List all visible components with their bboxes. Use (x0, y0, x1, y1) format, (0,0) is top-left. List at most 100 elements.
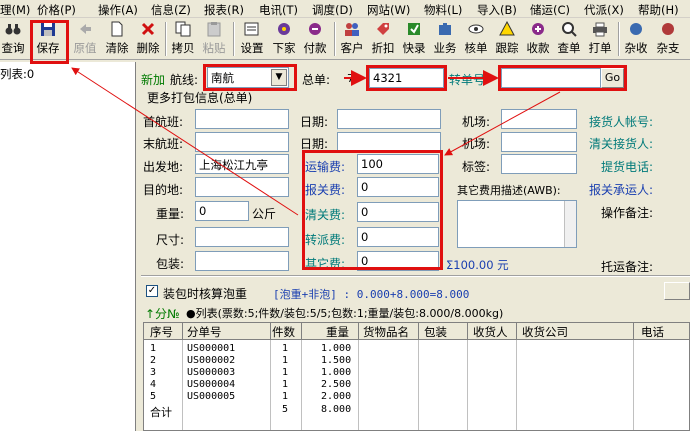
cell-index: 4 (150, 379, 157, 390)
menu-import[interactable]: 导入(B) (477, 2, 517, 18)
discount-icon (375, 21, 391, 37)
size-input[interactable] (195, 227, 289, 247)
col-weight[interactable]: 重量 (326, 324, 349, 340)
discount-button[interactable]: 折扣 (369, 20, 397, 58)
date2-input[interactable] (337, 132, 441, 152)
origin-label: 出发地: (143, 160, 184, 174)
col-sub-number[interactable]: 分单号 (187, 324, 222, 340)
package-input[interactable] (195, 251, 289, 271)
delete-button[interactable]: 删除 (135, 20, 161, 58)
col-index[interactable]: 序号 (150, 324, 173, 340)
table-row[interactable]: 5 US000005 1 2.000 (144, 391, 689, 404)
query-button[interactable]: 查询 (0, 20, 26, 58)
weight-unit: 公斤 (252, 207, 277, 221)
scrollbar[interactable] (564, 201, 576, 247)
print-button[interactable]: 打单 (586, 20, 614, 58)
total-pieces: 5 (282, 404, 289, 415)
total-fee: Σ100.00 元 (446, 258, 509, 272)
dispatch-button[interactable]: 下家 (270, 20, 298, 58)
column-divider[interactable] (633, 323, 634, 340)
column-divider[interactable] (516, 323, 517, 340)
collect-button[interactable]: 收款 (524, 20, 552, 58)
cell-index: 3 (150, 367, 157, 378)
col-pieces[interactable]: 件数 (272, 324, 295, 340)
extra-button[interactable] (664, 282, 690, 300)
misc-expense-label: 杂支 (656, 41, 680, 55)
track-button[interactable]: 跟踪 (493, 20, 521, 58)
tag-input[interactable] (501, 154, 577, 174)
verify-label: 核单 (464, 41, 488, 55)
misc-income-button[interactable]: 杂收 (622, 20, 650, 58)
volume-formula: [泡重+非泡] : 0.000+8.000=8.000 (273, 288, 470, 301)
route-label: 航线: (170, 73, 199, 87)
original-label: 原值 (73, 41, 97, 55)
business-button[interactable]: 业务 (431, 20, 459, 58)
menu-website[interactable]: 网站(W) (367, 2, 410, 18)
column-divider[interactable] (467, 323, 468, 340)
column-divider[interactable] (358, 323, 359, 340)
collect-icon (530, 21, 546, 37)
toolbar: 查询 保存 原值 清除 删除 拷贝 粘贴 设置 下家 付款 客户 折扣 快录 业… (0, 18, 690, 60)
origin-input[interactable]: 上海松江九亭 (195, 154, 289, 174)
clear-button[interactable]: 清除 (104, 20, 130, 58)
col-package[interactable]: 包装 (424, 324, 447, 340)
verify-button[interactable]: 核单 (462, 20, 490, 58)
menu-reports[interactable]: 报表(R) (204, 2, 244, 18)
check-button[interactable]: 查单 (555, 20, 583, 58)
menu-storage[interactable]: 储运(C) (530, 2, 570, 18)
master-label: 总单: (302, 73, 331, 87)
clipboard-icon (206, 21, 222, 37)
paste-label: 粘贴 (202, 41, 226, 55)
menu-info[interactable]: 信息(Z) (151, 2, 191, 18)
weight-input[interactable]: 0 (195, 201, 249, 221)
col-receiver-company[interactable]: 收货公司 (522, 324, 568, 340)
other-fee-desc-textarea[interactable] (457, 200, 577, 248)
copy-button[interactable]: 拷贝 (170, 20, 196, 58)
dispatch-label: 下家 (272, 41, 296, 55)
menu-dispatch[interactable]: 调度(D) (312, 2, 353, 18)
first-flight-input[interactable] (195, 109, 289, 129)
date1-input[interactable] (337, 109, 441, 129)
menu-telecom[interactable]: 电讯(T) (259, 2, 298, 18)
group-title: 更多打包信息(总单) (147, 91, 253, 105)
toolbar-separator (233, 22, 235, 56)
menu-manage[interactable]: 理(M) (0, 2, 30, 18)
destination-label: 目的地: (143, 183, 184, 197)
cell-weight: 1.500 (321, 355, 352, 366)
airport2-input[interactable] (501, 132, 577, 152)
misc-income-label: 杂收 (624, 41, 648, 55)
column-divider[interactable] (270, 323, 271, 340)
annotation-box-master (366, 65, 447, 91)
customer-button[interactable]: 客户 (338, 20, 366, 58)
menu-operation[interactable]: 操作(A) (98, 2, 138, 18)
menu-help[interactable]: 帮助(H) (638, 2, 679, 18)
destination-input[interactable] (195, 177, 289, 197)
paste-button[interactable]: 粘贴 (201, 20, 227, 58)
col-receiver[interactable]: 收货人 (473, 324, 508, 340)
original-button[interactable]: 原值 (72, 20, 98, 58)
cell-pieces: 1 (282, 379, 289, 390)
pack-checkbox[interactable]: ✓ (146, 285, 158, 297)
airport1-label: 机场: (462, 115, 491, 129)
list-count: 列表:0 (0, 67, 35, 81)
settings-button[interactable]: 设置 (238, 20, 266, 58)
last-flight-input[interactable] (195, 132, 289, 152)
size-label: 尺寸: (156, 233, 185, 247)
col-goods-name[interactable]: 货物品名 (363, 324, 409, 340)
column-divider[interactable] (301, 323, 302, 340)
menu-materials[interactable]: 物料(L) (424, 2, 462, 18)
column-divider[interactable] (182, 323, 183, 340)
column-divider[interactable] (418, 323, 419, 340)
master-prefix: 78 (347, 72, 361, 85)
menu-price[interactable]: 价格(P) (37, 2, 76, 18)
delete-x-icon (140, 21, 156, 37)
payment-button[interactable]: 付款 (301, 20, 329, 58)
misc-expense-icon (660, 21, 676, 37)
airport1-input[interactable] (501, 109, 577, 129)
misc-expense-button[interactable]: 杂支 (653, 20, 683, 58)
express-entry-button[interactable]: 快录 (400, 20, 428, 58)
col-phone[interactable]: 电话 (641, 324, 664, 340)
binoculars-icon (5, 21, 21, 37)
menu-delivery[interactable]: 代派(X) (584, 2, 624, 18)
menu-bar: 理(M) 价格(P) 操作(A) 信息(Z) 报表(R) 电讯(T) 调度(D)… (0, 0, 690, 18)
